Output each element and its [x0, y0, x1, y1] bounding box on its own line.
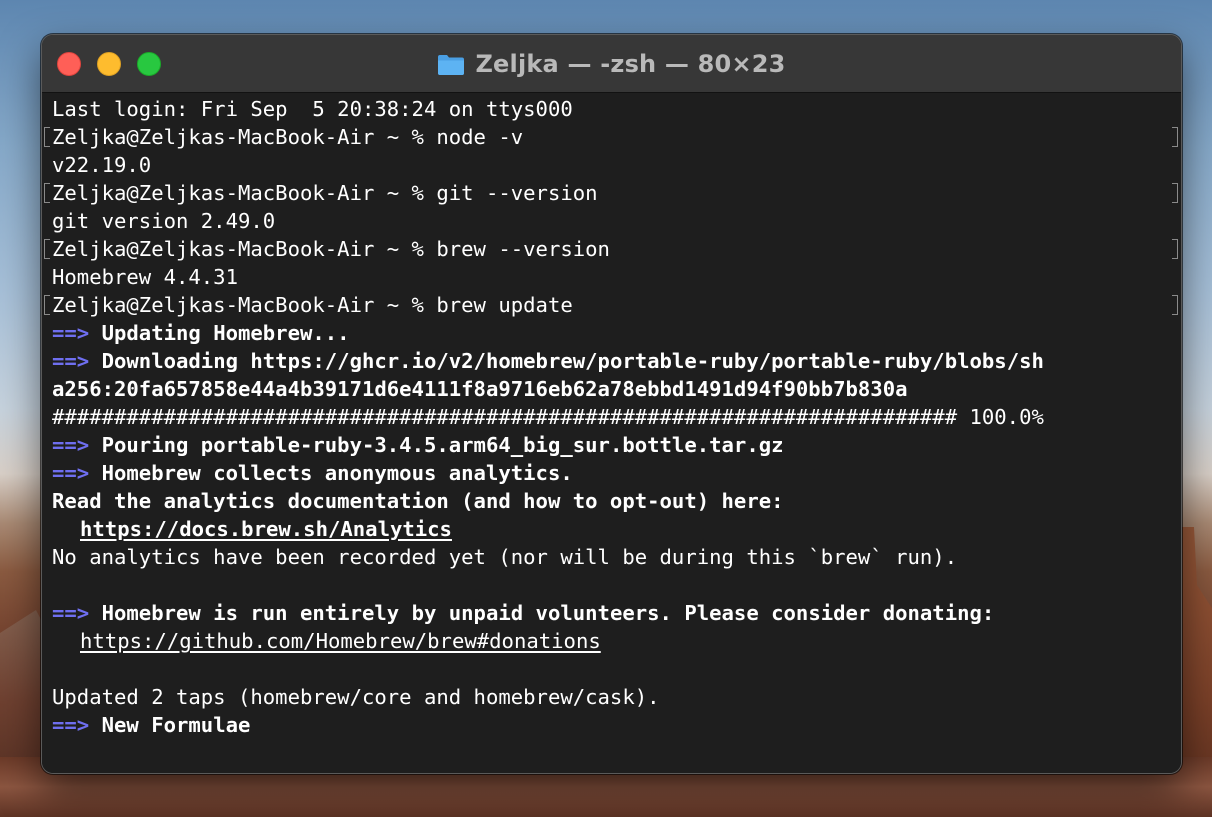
terminal-prompt-line: Zeljka@Zeljkas-MacBook-Air ~ % node -v: [52, 125, 524, 149]
terminal-line: git version 2.49.0: [52, 209, 276, 233]
terminal-line: ==> New Formulae: [52, 713, 251, 737]
mark-bracket-left: [44, 183, 50, 203]
terminal-prompt-line: Zeljka@Zeljkas-MacBook-Air ~ % git --ver…: [52, 181, 598, 205]
arrow-marker: ==>: [52, 713, 90, 737]
arrow-marker: ==>: [52, 601, 90, 625]
terminal-line: Updated 2 taps (homebrew/core and homebr…: [52, 685, 660, 709]
arrow-marker: ==>: [52, 461, 90, 485]
arrow-marker: ==>: [52, 349, 90, 373]
terminal-line: No analytics have been recorded yet (nor…: [52, 545, 958, 569]
analytics-link[interactable]: https://docs.brew.sh/Analytics: [80, 515, 452, 543]
terminal-line: ==> Homebrew collects anonymous analytic…: [52, 461, 573, 485]
mark-bracket-left: [44, 295, 50, 315]
terminal-window: Zeljka — -zsh — 80×23 Last login: Fri Se…: [41, 34, 1182, 774]
terminal-line: a256:20fa657858e44a4b39171d6e4111f8a9716…: [52, 377, 908, 401]
mark-bracket-left: [44, 127, 50, 147]
terminal-line: ==> Homebrew is run entirely by unpaid v…: [52, 601, 995, 625]
mark-bracket-right: [1172, 183, 1178, 203]
terminal-line: v22.19.0: [52, 153, 152, 177]
mark-bracket-right: [1172, 239, 1178, 259]
donations-link[interactable]: https://github.com/Homebrew/brew#donatio…: [80, 627, 601, 655]
terminal-prompt-line: Zeljka@Zeljkas-MacBook-Air ~ % brew --ve…: [52, 237, 610, 261]
terminal-line: ==> Updating Homebrew...: [52, 321, 350, 345]
terminal-line: ==> Pouring portable-ruby-3.4.5.arm64_bi…: [52, 433, 784, 457]
mark-bracket-left: [44, 239, 50, 259]
terminal-content[interactable]: Last login: Fri Sep 5 20:38:24 on ttys00…: [42, 93, 1181, 773]
terminal-line: Read the analytics documentation (and ho…: [52, 489, 784, 513]
window-title-group: Zeljka — -zsh — 80×23: [42, 35, 1181, 92]
terminal-line: Homebrew 4.4.31: [52, 265, 238, 289]
arrow-marker: ==>: [52, 321, 90, 345]
mark-bracket-right: [1172, 127, 1178, 147]
terminal-line: Last login: Fri Sep 5 20:38:24 on ttys00…: [52, 97, 573, 121]
terminal-prompt-line: Zeljka@Zeljkas-MacBook-Air ~ % brew upda…: [52, 293, 573, 317]
progress-line: ########################################…: [52, 405, 1044, 429]
folder-icon: [437, 52, 465, 76]
arrow-marker: ==>: [52, 433, 90, 457]
mark-bracket-right: [1172, 295, 1178, 315]
title-bar[interactable]: Zeljka — -zsh — 80×23: [42, 35, 1181, 93]
window-title: Zeljka — -zsh — 80×23: [475, 49, 786, 78]
terminal-line: ==> Downloading https://ghcr.io/v2/homeb…: [52, 349, 1044, 373]
